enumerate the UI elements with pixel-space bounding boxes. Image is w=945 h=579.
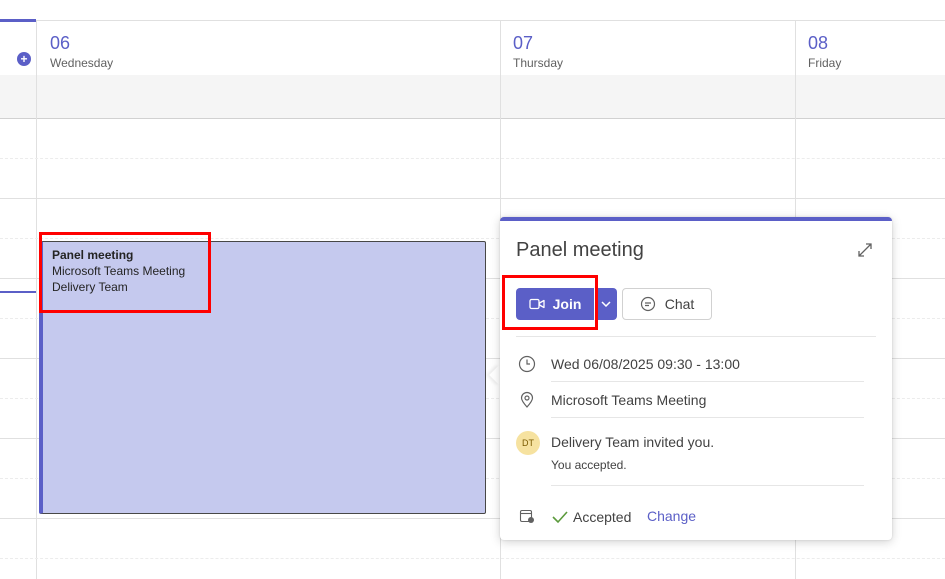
plus-icon: + xyxy=(20,52,28,66)
allday-sep-1 xyxy=(36,75,37,119)
calendar-status-icon xyxy=(519,509,534,523)
divider xyxy=(516,336,876,337)
checkmark-icon xyxy=(552,511,568,524)
response-text: You accepted. xyxy=(551,458,627,472)
divider xyxy=(551,381,864,382)
avatar[interactable]: DT xyxy=(516,431,540,455)
event-organizer: Delivery Team xyxy=(52,280,128,294)
location-pin-icon xyxy=(520,391,534,408)
expand-icon[interactable] xyxy=(856,241,874,259)
current-time-line xyxy=(0,291,36,293)
change-response-link[interactable]: Change xyxy=(647,508,696,524)
event-location: Microsoft Teams Meeting xyxy=(52,264,186,278)
current-day-indicator xyxy=(0,19,36,22)
event-details-popup: Panel meeting Join Chat Wed 06/08/2025 0… xyxy=(500,217,892,540)
calendar-event-block[interactable]: Panel meeting Microsoft Teams Meeting De… xyxy=(39,241,486,514)
join-options-dropdown[interactable] xyxy=(595,288,617,320)
join-label: Join xyxy=(552,296,582,312)
popup-title: Panel meeting xyxy=(516,239,644,261)
half-hour-line xyxy=(0,158,945,159)
day-name-06: Wednesday xyxy=(50,56,114,70)
event-location-detail: Microsoft Teams Meeting xyxy=(551,392,707,408)
chat-bubble-icon xyxy=(640,296,655,312)
divider xyxy=(551,417,864,418)
event-title: Panel meeting xyxy=(52,248,134,262)
chat-button[interactable]: Chat xyxy=(622,288,712,320)
half-hour-line xyxy=(0,558,945,559)
allday-sep-2 xyxy=(500,75,501,119)
day-number-07[interactable]: 07 xyxy=(513,33,533,54)
invite-text: Delivery Team invited you. xyxy=(551,434,715,450)
day-number-08[interactable]: 08 xyxy=(808,33,828,54)
day-number-06[interactable]: 06 xyxy=(50,33,70,54)
join-button[interactable]: Join xyxy=(516,288,594,320)
allday-sep-3 xyxy=(795,75,796,119)
day-name-08: Friday xyxy=(808,56,842,70)
all-day-band[interactable] xyxy=(0,75,945,119)
video-camera-icon xyxy=(528,298,545,310)
hour-line xyxy=(0,198,945,199)
chevron-down-icon xyxy=(601,301,611,307)
add-event-button[interactable]: + xyxy=(17,52,31,66)
header-top-border xyxy=(0,20,945,21)
clock-icon xyxy=(518,355,536,373)
event-datetime: Wed 06/08/2025 09:30 - 13:00 xyxy=(551,356,740,372)
chat-label: Chat xyxy=(664,296,695,312)
accepted-status: Accepted xyxy=(573,509,632,525)
divider xyxy=(551,485,864,486)
day-name-07: Thursday xyxy=(513,56,564,70)
